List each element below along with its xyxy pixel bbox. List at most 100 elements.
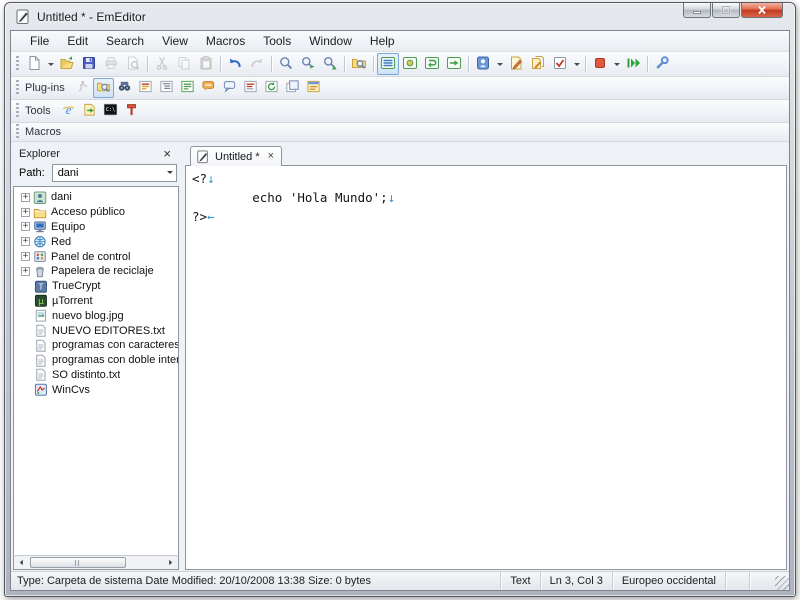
tree-item-acceso-p-blico[interactable]: + Acceso público — [21, 205, 178, 220]
wrap-by-characters-button[interactable] — [399, 53, 421, 75]
redo-button[interactable] — [246, 53, 268, 75]
toolbar-separator — [271, 56, 272, 72]
open-folder-tool-icon — [82, 102, 97, 120]
record-macro-dropdown[interactable] — [611, 53, 622, 75]
menu-help[interactable]: Help — [361, 32, 404, 50]
toolbar-grip[interactable] — [16, 80, 19, 96]
menu-file[interactable]: File — [21, 32, 58, 50]
tree-item-red[interactable]: + Red — [21, 234, 178, 249]
find-button[interactable] — [275, 53, 297, 75]
expand-icon[interactable]: + — [21, 192, 30, 202]
tree-item-label: programas con doble interro — [52, 354, 178, 367]
record-macro-button[interactable] — [589, 53, 611, 75]
copy-button[interactable] — [173, 53, 195, 75]
html-bar-plugin-button[interactable] — [135, 78, 156, 98]
title-bar[interactable]: Untitled * - EmEditor — [5, 3, 795, 27]
word-count-plugin-button[interactable] — [240, 78, 261, 98]
replace-button[interactable] — [319, 53, 341, 75]
save-button[interactable] — [78, 53, 100, 75]
minimize-button[interactable] — [683, 3, 711, 18]
path-dropdown[interactable]: dani — [51, 163, 177, 182]
paste-button[interactable] — [195, 53, 217, 75]
menu-search[interactable]: Search — [97, 32, 153, 50]
close-button[interactable] — [741, 3, 783, 18]
new-file-icon — [26, 55, 42, 74]
tree-item-papelera-de-reciclaje[interactable]: + Papelera de reciclaje — [21, 264, 178, 279]
menu-window[interactable]: Window — [300, 32, 361, 50]
new-file-dropdown[interactable] — [45, 53, 56, 75]
edit-macro-button[interactable] — [505, 53, 527, 75]
chevron-down-icon[interactable] — [163, 165, 176, 181]
expand-icon[interactable]: + — [21, 252, 30, 262]
horizontal-scrollbar[interactable] — [13, 555, 179, 570]
comment-plugin-button[interactable] — [219, 78, 240, 98]
tree-item-dani[interactable]: + dani — [21, 190, 178, 205]
tree-item-panel-de-control[interactable]: + Panel de control — [21, 249, 178, 264]
expand-icon[interactable]: + — [21, 222, 30, 232]
tree-item--torrent[interactable]: µ µTorrent — [21, 294, 178, 309]
find-next-button[interactable] — [297, 53, 319, 75]
tree-item-truecrypt[interactable]: T TrueCrypt — [21, 279, 178, 294]
encoding-dropdown[interactable] — [494, 53, 505, 75]
new-file-button[interactable] — [23, 53, 45, 75]
maximize-button[interactable] — [712, 3, 740, 18]
webpage-plugin-button[interactable] — [303, 78, 324, 98]
expand-icon[interactable]: + — [21, 207, 30, 217]
macro-library-button[interactable] — [527, 53, 549, 75]
code-editor[interactable]: <?↓ echo 'Hola Mundo';↓ ?>← — [185, 165, 787, 570]
expand-icon[interactable]: + — [21, 266, 30, 276]
tab-close-icon[interactable]: × — [267, 151, 275, 162]
main-area: Explorer × Path: dani + dani + Acceso públi… — [11, 142, 789, 571]
explorer-close-button[interactable]: × — [160, 147, 174, 160]
select-macro-button[interactable] — [549, 53, 571, 75]
tree-item-wincvs[interactable]: WinCvs — [21, 382, 178, 397]
projects-plugin-button[interactable] — [72, 78, 93, 98]
find-in-files-button[interactable] — [348, 53, 370, 75]
tree-item-so-distinto-txt[interactable]: SO distinto.txt — [21, 368, 178, 383]
command-prompt-tool-button[interactable]: C:\ — [100, 101, 121, 121]
scrollbar-thumb[interactable] — [30, 557, 126, 568]
explorer-plugin-button[interactable] — [92, 78, 114, 98]
wrap-by-page-button[interactable] — [443, 53, 465, 75]
open-folder-tool-button[interactable] — [79, 101, 100, 121]
open-file-icon — [59, 55, 75, 74]
tip-plugin-button[interactable] — [198, 78, 219, 98]
window-list-plugin-button[interactable] — [282, 78, 303, 98]
tree-item-equipo[interactable]: + Equipo — [21, 220, 178, 235]
tab-untitled[interactable]: Untitled * × — [190, 146, 283, 166]
menu-edit[interactable]: Edit — [58, 32, 97, 50]
image-file-icon — [34, 309, 48, 322]
expand-icon[interactable]: + — [21, 237, 30, 247]
hammer-tool-button[interactable] — [121, 101, 142, 121]
print-preview-button[interactable] — [122, 53, 144, 75]
cut-button[interactable] — [151, 53, 173, 75]
wrap-by-window-button[interactable] — [421, 53, 443, 75]
toolbar-grip[interactable] — [16, 103, 19, 119]
outline-plugin-button[interactable] — [156, 78, 177, 98]
toolbar-grip[interactable] — [16, 56, 19, 72]
web-preview-plugin-button[interactable] — [261, 78, 282, 98]
menu-macros[interactable]: Macros — [197, 32, 254, 50]
run-macro-button[interactable] — [622, 53, 644, 75]
print-button[interactable] — [100, 53, 122, 75]
tree-item-label: nuevo blog.jpg — [52, 309, 124, 322]
no-wrap-button[interactable] — [377, 53, 399, 75]
customize-button[interactable] — [651, 53, 673, 75]
resize-grip[interactable] — [775, 576, 789, 590]
menu-view[interactable]: View — [153, 32, 197, 50]
scroll-left-button[interactable] — [14, 556, 29, 569]
menu-tools[interactable]: Tools — [254, 32, 300, 50]
undo-button[interactable] — [224, 53, 246, 75]
tree-item-programas-con-caracteres-ra[interactable]: programas con caracteres ra — [21, 338, 178, 353]
search-plugin-button[interactable] — [114, 78, 135, 98]
tree-item-programas-con-doble-interro[interactable]: programas con doble interro — [21, 353, 178, 368]
toolbar-grip[interactable] — [16, 124, 19, 140]
tree-item-nuevo-blog-jpg[interactable]: nuevo blog.jpg — [21, 308, 178, 323]
snippets-plugin-button[interactable] — [177, 78, 198, 98]
internet-explorer-tool-button[interactable]: e — [58, 101, 79, 121]
select-macro-dropdown[interactable] — [571, 53, 582, 75]
scroll-right-button[interactable] — [163, 556, 178, 569]
open-file-button[interactable] — [56, 53, 78, 75]
tree-item-nuevo-editores-txt[interactable]: NUEVO EDITORES.txt — [21, 323, 178, 338]
encoding-button[interactable] — [472, 53, 494, 75]
